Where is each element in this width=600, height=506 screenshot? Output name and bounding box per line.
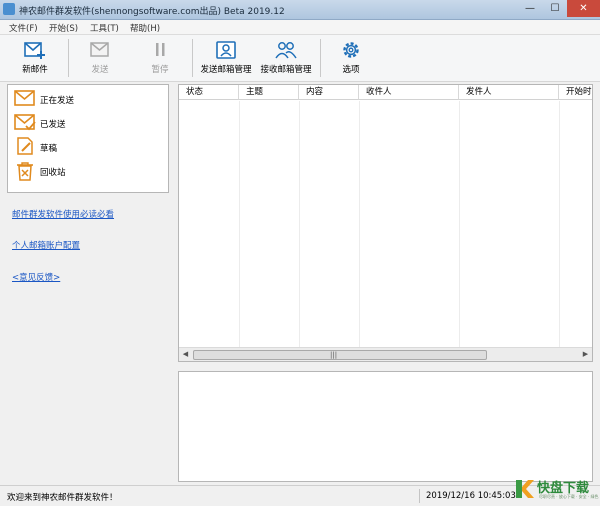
minimize-button[interactable]: —	[517, 0, 543, 17]
send-label: 发送	[91, 65, 109, 75]
options-button[interactable]: 选项	[333, 35, 369, 81]
status-divider	[419, 489, 420, 503]
column-header-subject[interactable]: 主题	[239, 85, 299, 100]
new-mail-icon	[24, 42, 45, 59]
column-divider	[559, 101, 560, 347]
feedback-link[interactable]: <意见反馈>	[12, 271, 60, 283]
watermark-logo-icon	[516, 480, 534, 498]
menu-help[interactable]: 帮助(H)	[130, 22, 160, 34]
folder-panel: 正在发送 已发送 草稿 回收站	[7, 84, 169, 193]
status-bar: 欢迎来到神农邮件群发软件！ 2019/12/16 10:45:03	[0, 485, 600, 506]
column-header-recipient[interactable]: 收件人	[359, 85, 459, 100]
scroll-thumb[interactable]: |||	[193, 350, 487, 360]
title-bar: 神农邮件群发软件(shennongsoftware.com出品) Beta 20…	[0, 0, 600, 20]
toolbar-separator	[192, 39, 193, 77]
pause-icon	[156, 43, 165, 56]
recv-mailbox-icon	[275, 42, 297, 59]
send-mailbox-icon	[216, 41, 236, 59]
gear-icon	[343, 42, 359, 58]
maximize-button[interactable]: ☐	[543, 0, 567, 17]
folder-sending[interactable]: 正在发送	[14, 88, 164, 110]
new-mail-label: 新邮件	[22, 65, 48, 75]
recv-mailbox-label: 接收邮箱管理	[260, 65, 312, 75]
column-header-start-time[interactable]: 开始时间	[559, 85, 592, 100]
pause-button[interactable]: 暂停	[140, 35, 180, 81]
window-title: 神农邮件群发软件(shennongsoftware.com出品) Beta 20…	[19, 7, 285, 17]
scroll-left-arrow-icon[interactable]: ◀	[179, 348, 192, 361]
account-config-link[interactable]: 个人邮箱账户配置	[12, 239, 80, 251]
toolbar-separator	[320, 39, 321, 77]
guide-link[interactable]: 邮件群发软件使用必读必看	[12, 208, 114, 220]
folder-drafts-label: 草稿	[40, 144, 58, 154]
folder-sent-label: 已发送	[40, 120, 66, 130]
mail-table: 状态 主题 内容 收件人 发件人 开始时间 ◀ ||| ▶	[178, 84, 593, 362]
folder-drafts[interactable]: 草稿	[14, 136, 164, 158]
envelope-check-icon	[14, 114, 36, 131]
send-mailbox-label: 发送邮箱管理	[200, 65, 252, 75]
recv-mailbox-manage-button[interactable]: 接收邮箱管理	[256, 35, 316, 81]
scroll-right-arrow-icon[interactable]: ▶	[579, 348, 592, 361]
watermark-subtext: 尽职尽责 · 放心下载 · 安全 · 绿色	[539, 494, 599, 499]
column-header-status[interactable]: 状态	[179, 85, 239, 100]
mail-preview-pane[interactable]	[178, 371, 593, 482]
options-label: 选项	[342, 65, 360, 75]
envelope-icon	[14, 90, 35, 106]
horizontal-scrollbar[interactable]: ◀ ||| ▶	[179, 347, 592, 361]
menu-tools[interactable]: 工具(T)	[90, 22, 119, 34]
app-icon	[3, 3, 15, 15]
column-header-content[interactable]: 内容	[299, 85, 359, 100]
trash-icon	[17, 162, 33, 181]
folder-sent[interactable]: 已发送	[14, 112, 164, 134]
watermark: 快盘下载 尽职尽责 · 放心下载 · 安全 · 绿色	[513, 476, 599, 502]
send-button[interactable]: 发送	[78, 35, 122, 81]
column-divider	[459, 101, 460, 347]
folder-trash-label: 回收站	[40, 168, 66, 178]
draft-icon	[17, 137, 33, 155]
pause-label: 暂停	[151, 65, 169, 75]
new-mail-button[interactable]: 新邮件	[12, 35, 58, 81]
menu-start[interactable]: 开始(S)	[49, 22, 78, 34]
folder-sending-label: 正在发送	[40, 96, 75, 106]
toolbar-separator	[68, 39, 69, 77]
status-message: 欢迎来到神农邮件群发软件！	[7, 493, 118, 503]
column-divider	[359, 101, 360, 347]
column-divider	[299, 101, 300, 347]
send-icon	[90, 42, 109, 57]
send-mailbox-manage-button[interactable]: 发送邮箱管理	[197, 35, 255, 81]
toolbar: 新邮件 发送 暂停 发送邮箱管理 接收邮箱管理 选项	[0, 35, 600, 82]
column-header-sender[interactable]: 发件人	[459, 85, 559, 100]
folder-trash[interactable]: 回收站	[14, 160, 164, 182]
menu-file[interactable]: 文件(F)	[9, 22, 38, 34]
status-datetime: 2019/12/16 10:45:03	[426, 491, 516, 501]
close-button[interactable]: ✕	[567, 0, 600, 17]
column-divider	[239, 101, 240, 347]
scroll-grip-icon: |||	[330, 351, 338, 359]
menu-bar: 文件(F) 开始(S) 工具(T) 帮助(H)	[0, 20, 600, 35]
